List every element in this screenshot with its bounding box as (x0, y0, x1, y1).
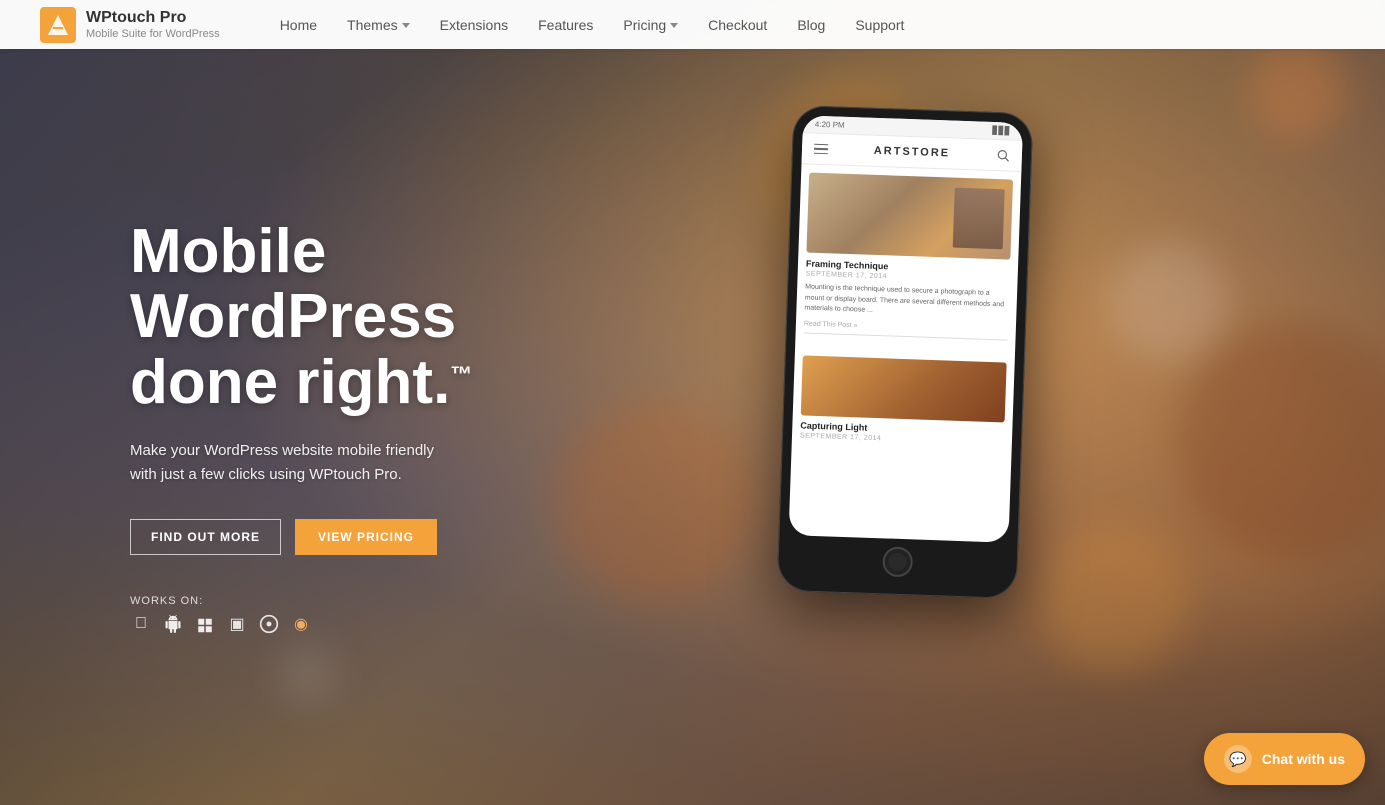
hamburger-icon (814, 143, 828, 154)
nav-extensions[interactable]: Extensions (440, 17, 508, 33)
hero-title: Mobile WordPress done right.™ (130, 219, 472, 414)
phone-mockup: 4:20 PM ▊▊▊ ARTSTORE Framing Techni (785, 109, 1065, 595)
blackberry-icon: ▣ (226, 613, 248, 635)
pricing-chevron-icon (670, 23, 678, 28)
chat-label: Chat with us (1262, 751, 1345, 767)
post-2-image (801, 355, 1007, 422)
logo-icon (40, 7, 76, 43)
platform-icons:  ▣ ◉ (130, 613, 472, 635)
phone-post-2: Capturing Light SEPTEMBER 17, 2014 (792, 347, 1015, 455)
navbar: WPtouch Pro Mobile Suite for WordPress H… (0, 0, 1385, 49)
post-1-image (806, 173, 1013, 260)
post-1-read-more: Read This Post » (804, 320, 1008, 340)
nav-checkout[interactable]: Checkout (708, 17, 767, 33)
windows-phone-icon (194, 613, 216, 635)
nav-features[interactable]: Features (538, 17, 593, 33)
nav-links: Home Themes Extensions Features Pricing … (280, 17, 905, 33)
apple-icon:  (130, 613, 152, 635)
works-on-section: WORKS ON:  ▣ ◉ (130, 595, 472, 635)
phone-post-1: Framing Technique SEPTEMBER 17, 2014 Mou… (795, 164, 1021, 354)
android-icon (162, 613, 184, 635)
logo[interactable]: WPtouch Pro Mobile Suite for WordPress (40, 7, 220, 43)
find-out-more-button[interactable]: FIND OUT MORE (130, 519, 281, 555)
nav-support[interactable]: Support (855, 17, 904, 33)
works-on-label: WORKS ON: (130, 595, 472, 607)
nav-blog[interactable]: Blog (797, 17, 825, 33)
hero-content: Mobile WordPress done right.™ Make your … (0, 219, 472, 634)
nav-themes[interactable]: Themes (347, 17, 410, 33)
themes-chevron-icon (402, 23, 410, 28)
firefox-os-icon: ◉ (290, 613, 312, 635)
view-pricing-button[interactable]: VIEW PRICING (295, 519, 437, 555)
hero-description: Make your WordPress website mobile frien… (130, 439, 472, 487)
chat-widget[interactable]: 💬 Chat with us (1204, 733, 1365, 785)
post-1-body: Mounting is the technique used to secure… (804, 282, 1009, 321)
ubuntu-icon (258, 613, 280, 635)
brand-name: WPtouch Pro (86, 8, 220, 27)
phone-screen: 4:20 PM ▊▊▊ ARTSTORE Framing Techni (789, 115, 1024, 542)
hero-section: Mobile WordPress done right.™ Make your … (0, 49, 1385, 805)
chat-icon: 💬 (1224, 745, 1252, 773)
nav-pricing[interactable]: Pricing (623, 17, 678, 33)
nav-home[interactable]: Home (280, 17, 317, 33)
search-icon (996, 148, 1010, 162)
hero-buttons: FIND OUT MORE VIEW PRICING (130, 519, 472, 555)
app-name: ARTSTORE (874, 145, 951, 160)
brand-tagline: Mobile Suite for WordPress (86, 28, 220, 41)
phone-home-button (882, 546, 913, 577)
